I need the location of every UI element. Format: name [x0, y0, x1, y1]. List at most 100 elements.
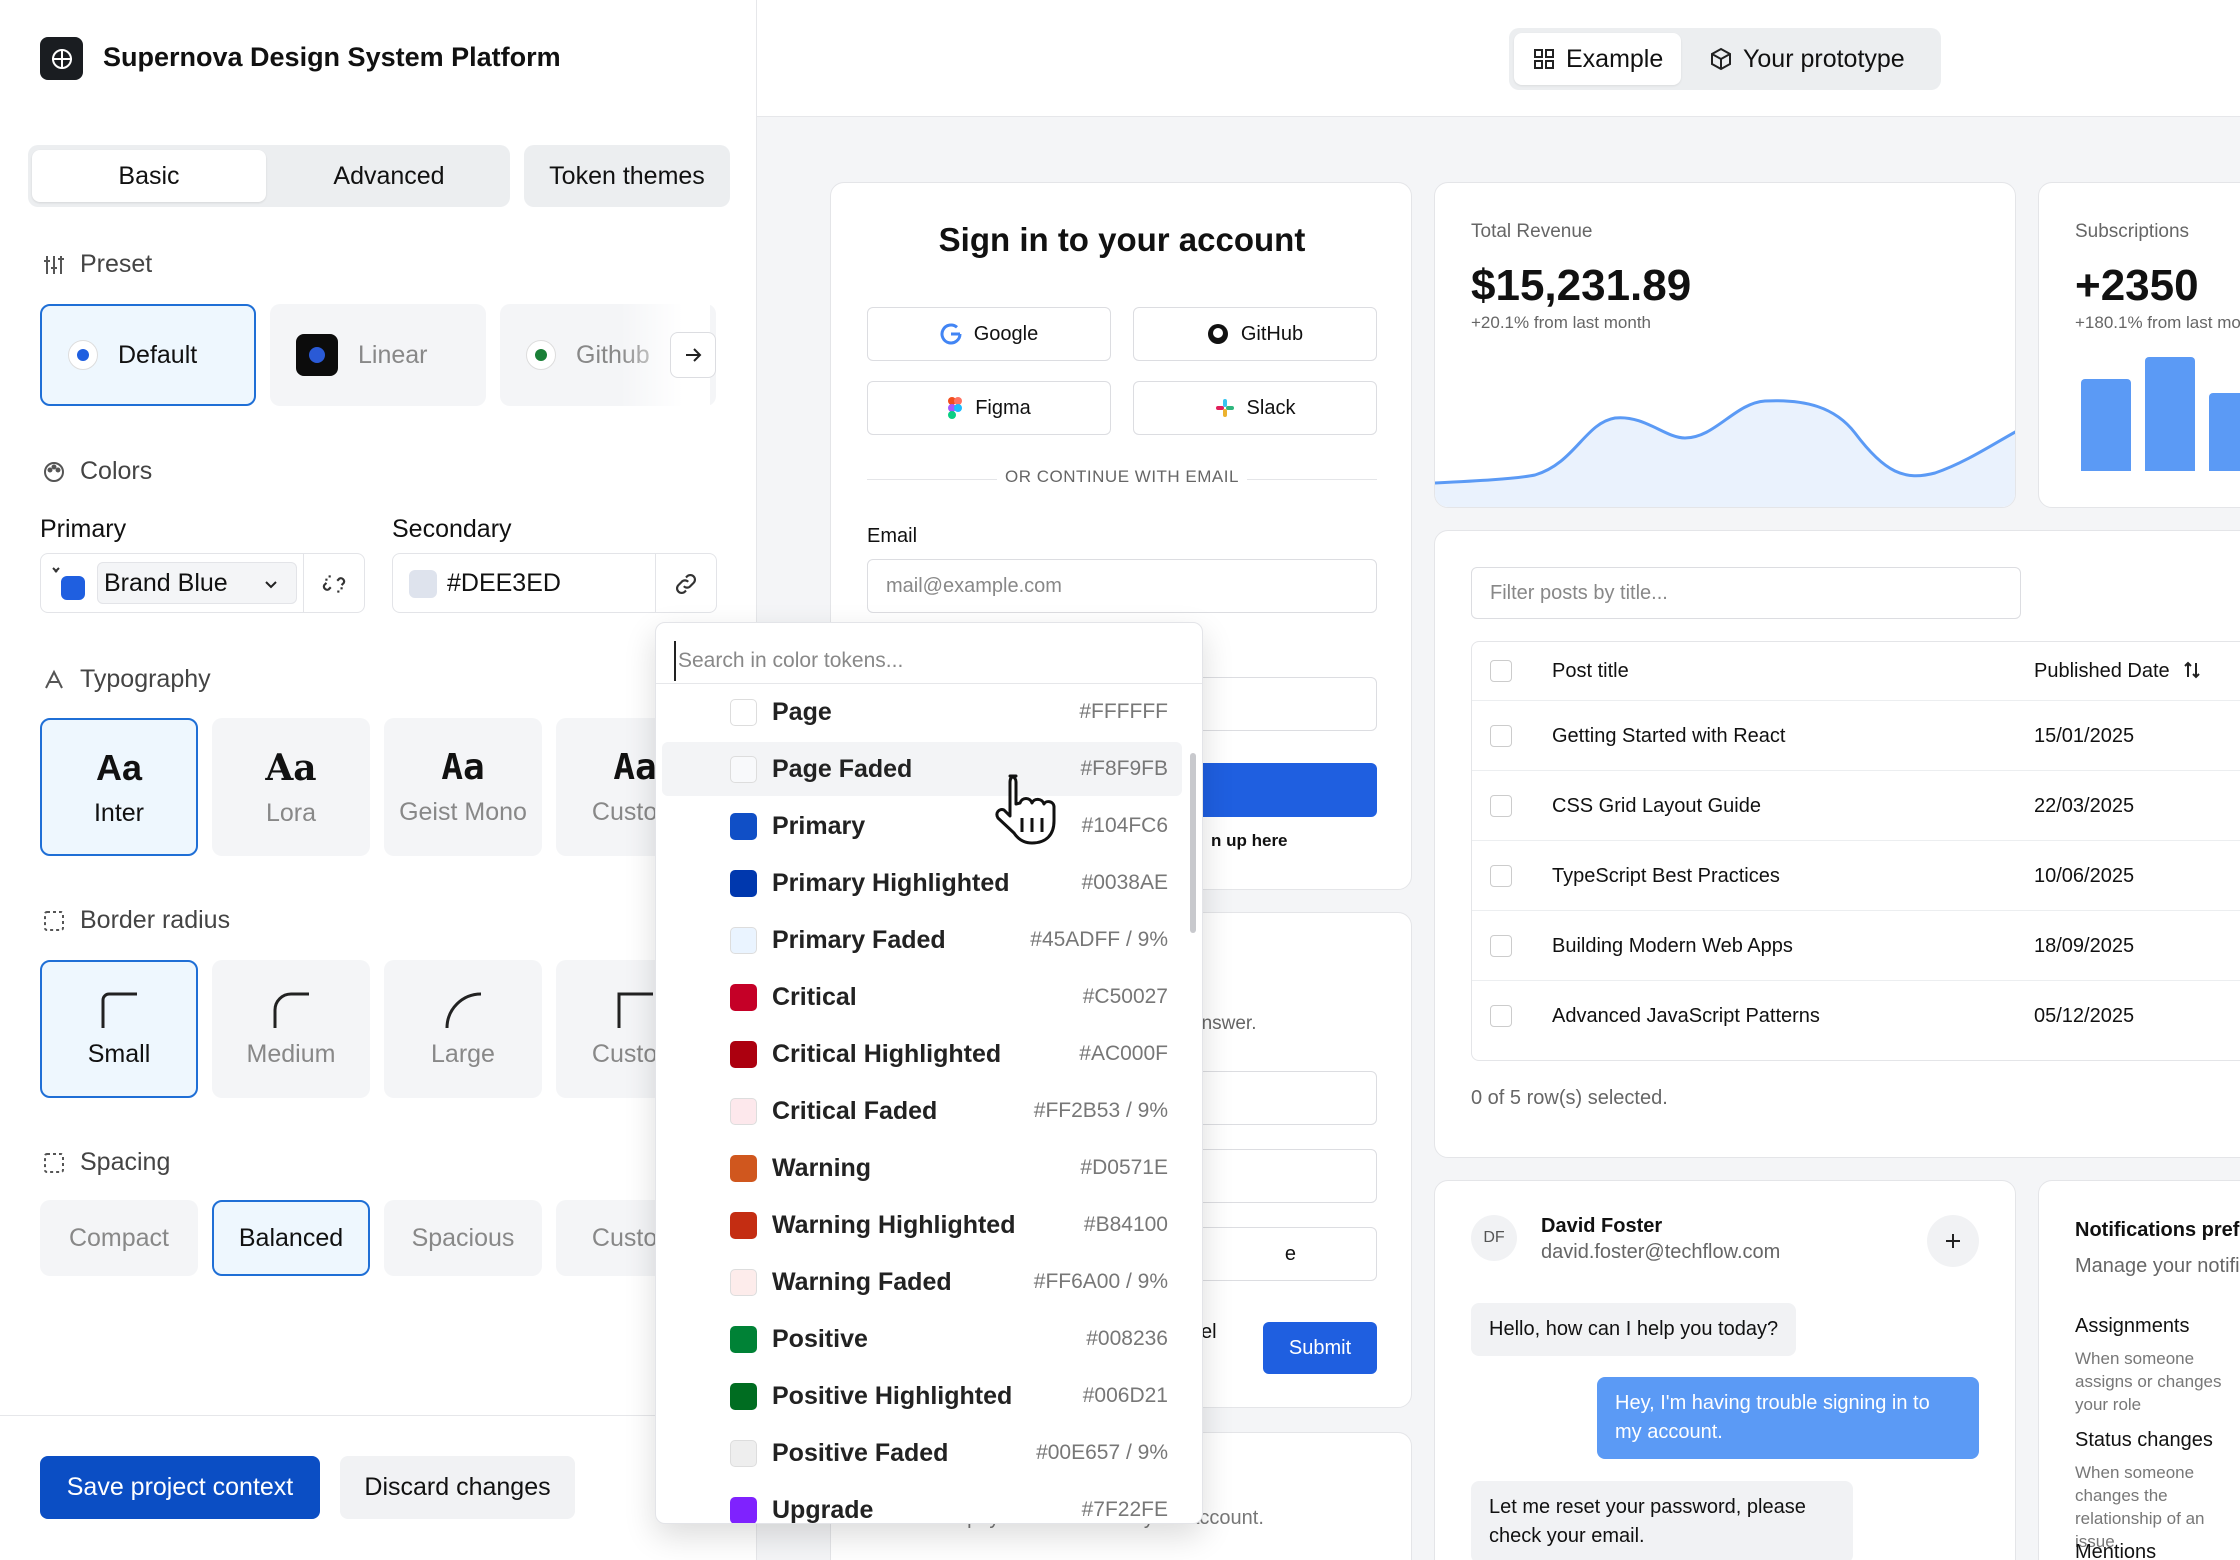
tab-your-prototype[interactable]: Your prototype [1691, 33, 1923, 85]
unlink-icon[interactable] [321, 571, 347, 597]
palette-icon [44, 461, 64, 482]
row-checkbox[interactable] [1490, 725, 1512, 747]
secondary-color-field: #DEE3ED [392, 553, 717, 613]
row-checkbox[interactable] [1490, 795, 1512, 817]
contact-name: David Foster [1541, 1215, 1663, 1237]
radius-label: Small [87, 1039, 151, 1068]
color-token-item[interactable]: Critical #C50027 [662, 970, 1182, 1024]
color-swatch [730, 926, 757, 954]
mode-tabs: Basic Advanced [28, 145, 510, 207]
row-checkbox[interactable] [1490, 935, 1512, 957]
color-token-item[interactable]: Positive #008236 [662, 1312, 1182, 1366]
preset-heading-label: Preset [80, 250, 153, 278]
discard-changes-button[interactable]: Discard changes [340, 1456, 575, 1519]
color-token-item[interactable]: Warning Highlighted #B84100 [662, 1198, 1182, 1252]
preset-default[interactable]: Default [40, 304, 256, 406]
row-checkbox[interactable] [1490, 865, 1512, 887]
primary-color-field: Brand Blue [40, 553, 365, 613]
radius-small[interactable]: Small [40, 960, 198, 1098]
color-token-hex: #B84100 [1083, 1213, 1168, 1236]
preset-next-button[interactable] [670, 332, 716, 378]
font-inter[interactable]: Aa Inter [40, 718, 198, 856]
color-swatch [730, 1439, 757, 1467]
secondary-label: Secondary [392, 515, 512, 543]
spacing-label: Balanced [238, 1223, 344, 1252]
font-lora[interactable]: Aa Lora [212, 718, 370, 856]
filter-posts-input[interactable]: Filter posts by title... [1471, 567, 2021, 619]
dropdown-scrollbar[interactable] [1190, 753, 1196, 933]
color-token-name: Positive Faded [772, 1438, 949, 1467]
tab-advanced[interactable]: Advanced [272, 150, 506, 202]
color-token-item[interactable]: Positive Highlighted #006D21 [662, 1369, 1182, 1423]
submit-button[interactable]: Submit [1263, 1322, 1377, 1374]
bar-2 [2145, 357, 2195, 471]
color-token-name: Warning [772, 1153, 872, 1182]
font-sample: Aa [95, 746, 143, 788]
color-token-name: Critical [772, 982, 857, 1011]
color-token-item[interactable]: Warning Faded #FF6A00 / 9% [662, 1255, 1182, 1309]
color-token-item[interactable]: Upgrade #7F22FE [662, 1483, 1182, 1524]
table-row[interactable]: Getting Started with React 15/01/2025 [1472, 700, 2240, 770]
color-token-item[interactable]: Page Faded #F8F9FB [662, 742, 1182, 796]
table-row[interactable]: Advanced JavaScript Patterns 05/12/2025 [1472, 980, 2240, 1050]
revenue-line-chart [1435, 399, 2015, 507]
chat-message-user: Hey, I'm having trouble signing in to my… [1597, 1377, 1979, 1459]
subscriptions-value: +2350 [2075, 261, 2199, 310]
color-token-name: Primary Faded [772, 925, 946, 954]
spacing-balanced[interactable]: Balanced [212, 1200, 370, 1276]
save-project-button[interactable]: Save project context [40, 1456, 320, 1519]
select-all-checkbox[interactable] [1490, 660, 1512, 682]
color-token-item[interactable]: Page #FFFFFF [662, 685, 1182, 739]
signup-link[interactable]: n up here [1211, 831, 1288, 851]
email-label: Email [867, 525, 918, 547]
table-row[interactable]: TypeScript Best Practices 10/06/2025 [1472, 840, 2240, 910]
tab-label: Your prototype [1743, 44, 1905, 73]
slack-button[interactable]: Slack [1133, 381, 1377, 435]
secondary-color-input[interactable]: #DEE3ED [447, 569, 561, 598]
table-row[interactable]: CSS Grid Layout Guide 22/03/2025 [1472, 770, 2240, 840]
color-token-item[interactable]: Critical Highlighted #AC000F [662, 1027, 1182, 1081]
color-token-hex: #7F22FE [1081, 1498, 1168, 1521]
contact-email: david.foster@techflow.com [1541, 1241, 1781, 1263]
color-token-name: Upgrade [772, 1495, 874, 1524]
font-geist-mono[interactable]: Aa Geist Mono [384, 718, 542, 856]
spacing-compact[interactable]: Compact [40, 1200, 198, 1276]
prototype-tabs: Example Your prototype [1509, 28, 1941, 90]
color-token-item[interactable]: Critical Faded #FF2B53 / 9% [662, 1084, 1182, 1138]
color-token-name: Critical Highlighted [772, 1039, 1002, 1068]
notification-item-title: Assignments [2075, 1315, 2190, 1337]
email-input[interactable]: mail@example.com [867, 559, 1377, 613]
radius-large[interactable]: Large [384, 960, 542, 1098]
preset-linear[interactable]: Linear [270, 304, 486, 406]
add-contact-button[interactable] [1927, 1215, 1979, 1267]
column-published-date[interactable]: Published Date [2034, 660, 2202, 683]
sort-icon [2183, 661, 2200, 679]
color-token-name: Primary Highlighted [772, 868, 1010, 897]
radius-medium[interactable]: Medium [212, 960, 370, 1098]
color-token-hex: #00E657 / 9% [1036, 1441, 1168, 1464]
color-token-search[interactable]: Search in color tokens... [674, 641, 1174, 681]
github-button[interactable]: GitHub [1133, 307, 1377, 361]
figma-button[interactable]: Figma [867, 381, 1111, 435]
color-token-item[interactable]: Positive Faded #00E657 / 9% [662, 1426, 1182, 1480]
tab-example[interactable]: Example [1514, 33, 1682, 85]
row-title: CSS Grid Layout Guide [1552, 795, 1761, 817]
color-token-item[interactable]: Primary Highlighted #0038AE [662, 856, 1182, 910]
link-icon[interactable] [673, 571, 699, 597]
row-checkbox[interactable] [1490, 1005, 1512, 1027]
color-token-item[interactable]: Primary Faded #45ADFF / 9% [662, 913, 1182, 967]
spacing-spacious[interactable]: Spacious [384, 1200, 542, 1276]
spacing-heading: Spacing [42, 1148, 170, 1177]
color-token-item[interactable]: Warning #D0571E [662, 1141, 1182, 1195]
google-button[interactable]: Google [867, 307, 1111, 361]
notification-item-title: Mentions [2075, 1541, 2157, 1560]
tab-basic[interactable]: Basic [32, 150, 266, 202]
notification-item-desc: When someone changes the relationship of… [2075, 1463, 2205, 1551]
typography-heading: Typography [42, 665, 211, 694]
chat-card: DF David Foster david.foster@techflow.co… [1434, 1180, 2016, 1560]
column-label: Published Date [2034, 660, 2170, 682]
table-row[interactable]: Building Modern Web Apps 18/09/2025 [1472, 910, 2240, 980]
token-themes-button[interactable]: Token themes [524, 145, 730, 207]
color-token-hex: #FF6A00 / 9% [1033, 1270, 1168, 1293]
color-token-item[interactable]: Primary #104FC6 [662, 799, 1182, 853]
